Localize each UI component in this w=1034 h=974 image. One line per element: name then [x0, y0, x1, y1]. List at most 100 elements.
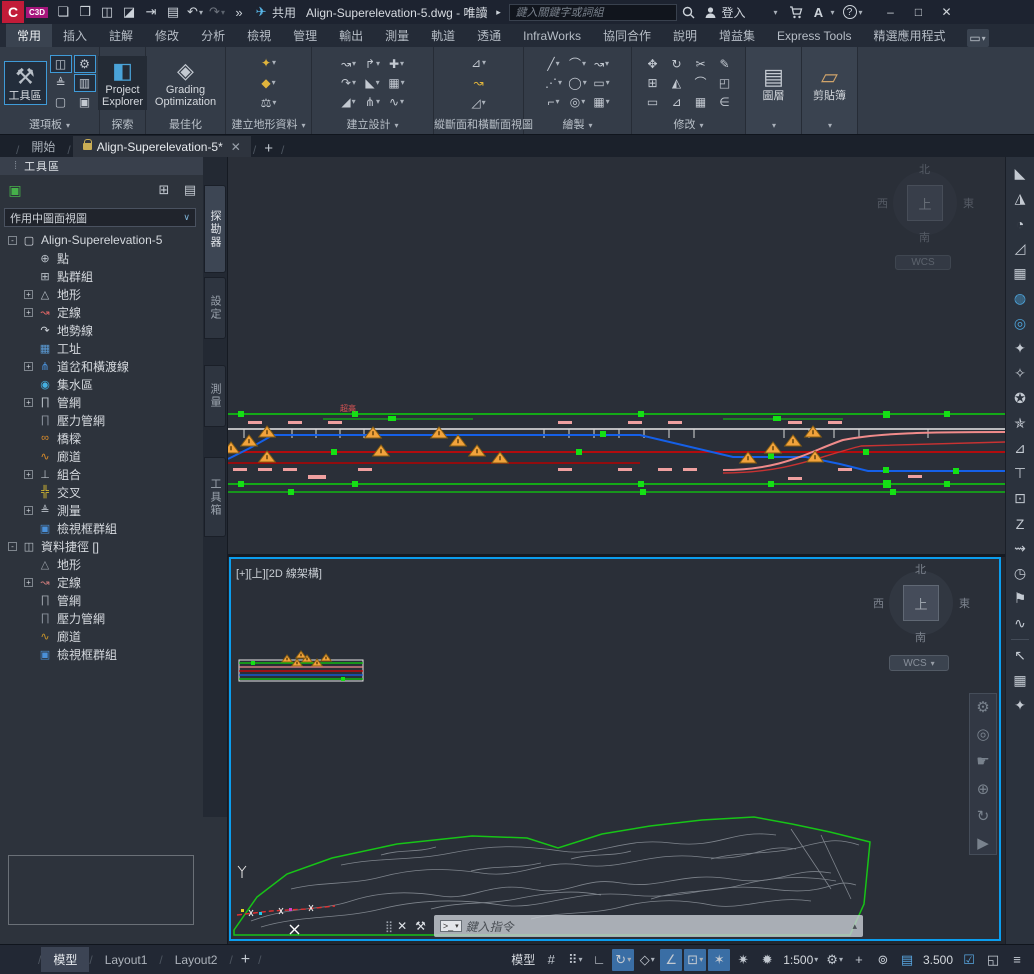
share-icon[interactable]: ✈ — [251, 2, 271, 22]
select-cursor-icon[interactable]: ↖ — [1008, 643, 1032, 668]
expand-toggle[interactable]: + — [24, 398, 33, 407]
ribbon-tab-輸出[interactable]: 輸出 — [328, 24, 374, 47]
annotation-visibility-icon[interactable]: ✶ — [708, 949, 730, 971]
ribbon-tab-管理[interactable]: 管理 — [282, 24, 328, 47]
user-icon[interactable] — [700, 2, 720, 22]
ribbon-tab-插入[interactable]: 插入 — [52, 24, 98, 47]
draw-6-icon[interactable]: ▭▾ — [591, 74, 613, 92]
steering-wheel-icon[interactable]: ◎ — [974, 723, 992, 744]
z-order-icon[interactable]: Z — [1008, 511, 1032, 536]
show-motion-icon[interactable]: ▶ — [974, 833, 992, 854]
ribbon-tab-Express Tools[interactable]: Express Tools — [766, 26, 862, 46]
tree-item-surfaces[interactable]: +△地形 — [0, 285, 204, 303]
layout-tab-Layout2[interactable]: Layout2 — [163, 949, 230, 971]
draw-7-icon[interactable]: ⌐▾ — [543, 93, 565, 111]
viewcube-west-label[interactable]: 西 — [873, 595, 884, 611]
layers-button[interactable]: ▤ 圖層 — [759, 62, 789, 104]
sheet-set-icon[interactable]: ▢ — [50, 93, 72, 111]
ribbon-tab-透通[interactable]: 透通 — [466, 24, 512, 47]
search-icon[interactable] — [678, 2, 698, 22]
autodesk-app-icon[interactable]: A — [808, 2, 828, 22]
create-design-2-icon[interactable]: ↱▾ — [362, 55, 384, 73]
tree-item-assemblies[interactable]: +⊥組合 — [0, 465, 204, 483]
isometric-drafting-icon-caret[interactable]: ▾ — [651, 955, 655, 964]
maximize-button[interactable]: □ — [905, 1, 933, 23]
tree-item-drawing-document[interactable]: -▢Align-Superelevation-5 — [0, 231, 204, 249]
modify-10-icon[interactable]: ⊿ — [666, 93, 688, 111]
command-prompt-icon[interactable]: >_▾ — [440, 920, 462, 932]
toolspace-title[interactable]: ⁞工具區 — [0, 157, 227, 175]
navigation-bar[interactable]: ⚙◎☛⊕↻▶ — [969, 693, 997, 855]
modify-7-icon[interactable]: ⌒ — [690, 74, 712, 92]
isometric-drafting-icon[interactable]: ◇▾ — [636, 949, 658, 971]
panel-caption-optimize[interactable]: 最佳化 — [146, 118, 225, 134]
toolspace-tab-設定[interactable]: 設定 — [204, 277, 226, 339]
search-input[interactable]: 鍵入關鍵字或詞組 — [509, 4, 677, 21]
app-store-cart-icon[interactable] — [786, 2, 806, 22]
viewcube-south-label[interactable]: 南 — [915, 629, 926, 645]
open-file-icon[interactable]: ❒ — [75, 2, 95, 22]
ribbon-tab-測量[interactable]: 測量 — [374, 24, 420, 47]
toolspace-tab-探勘器[interactable]: 探勘器 — [204, 185, 226, 273]
layer-walk-icon[interactable]: ▦ — [1008, 668, 1032, 693]
ribbon-tab-檢視[interactable]: 檢視 — [236, 24, 282, 47]
expand-toggle[interactable]: + — [24, 506, 33, 515]
file-tab-document[interactable]: Align-Superelevation-5* ✕ — [73, 136, 251, 157]
object-snap-tracking-icon[interactable]: ∠ — [660, 949, 682, 971]
viewcube-bottom[interactable]: 北 西 東 南 上 WCS▾ — [863, 567, 983, 687]
drawing-status-icon[interactable]: ☑ — [958, 949, 980, 971]
signin-caret-icon[interactable]: ▾ — [773, 8, 777, 17]
layout-tab-模型[interactable]: 模型 — [41, 947, 89, 972]
layout-tab-Layout1[interactable]: Layout1 — [93, 949, 160, 971]
expand-toggle[interactable]: + — [24, 362, 33, 371]
autodesk-app-caret-icon[interactable]: ▾ — [830, 8, 834, 17]
viewcube-south-label[interactable]: 南 — [919, 229, 930, 245]
earth-icon[interactable]: ◎ — [1008, 311, 1032, 336]
curve-report-icon[interactable]: ∿ — [1008, 611, 1032, 636]
viewcube-north-label[interactable]: 北 — [919, 161, 930, 177]
panel-caption-draw[interactable]: 繪製 ▾ — [524, 118, 631, 134]
item-preview-toggle-icon[interactable]: ⊞ — [155, 181, 173, 199]
modify-6-icon[interactable]: ◭ — [666, 74, 688, 92]
tee-square-icon[interactable]: ⊤ — [1008, 461, 1032, 486]
settings-palette-icon[interactable]: ⚙ — [74, 55, 96, 73]
panorama-icon[interactable]: ▤ — [181, 181, 199, 199]
object-snap-icon[interactable]: ⊡▾ — [684, 949, 706, 971]
tree-item-point-groups[interactable]: ⊞點群組 — [0, 267, 204, 285]
polar-tracking-icon-caret[interactable]: ▾ — [627, 955, 631, 964]
triangle-ruler-icon[interactable]: ◮ — [1008, 186, 1032, 211]
tree-item-intersections[interactable]: ╬交叉 — [0, 483, 204, 501]
section-plane-icon[interactable]: ◣ — [1008, 161, 1032, 186]
flag-tools-icon[interactable]: ⚑ — [1008, 586, 1032, 611]
active-view-dropdown[interactable]: 作用中圖面視圖 ∨ — [4, 208, 196, 227]
wcs-dropdown[interactable]: WCS▾ — [889, 655, 949, 671]
command-bar-customize-icon[interactable]: ⚒ — [415, 919, 426, 933]
tree-item-pipe-networks[interactable]: +∏管網 — [0, 393, 204, 411]
workspace-gear-icon[interactable]: ⚙▾ — [823, 949, 846, 971]
modify-1-icon[interactable]: ✥ — [642, 55, 664, 73]
tree-item-data-shortcuts[interactable]: -◫資料捷徑 [] — [0, 537, 204, 555]
tree-item-pressure-networks-shortcut[interactable]: ∏壓力管網 — [0, 609, 204, 627]
new-feature-zoom-icon[interactable]: ✯ — [1008, 411, 1032, 436]
help-icon[interactable]: ? — [843, 5, 857, 19]
modify-11-icon[interactable]: ▦ — [690, 93, 712, 111]
building-grid-icon[interactable]: ▦ — [1008, 261, 1032, 286]
ribbon-tab-增益集[interactable]: 增益集 — [708, 24, 766, 47]
ribbon-tab-修改[interactable]: 修改 — [144, 24, 190, 47]
tree-item-bridges[interactable]: ∞橋樑 — [0, 429, 204, 447]
active-drawing-icon[interactable]: ▣ — [6, 181, 24, 199]
clipboard-button[interactable]: ▱ 剪貼簿 — [809, 62, 850, 104]
create-design-6-icon[interactable]: ▦▾ — [386, 74, 408, 92]
panel-caption-explore[interactable]: 探索 — [100, 118, 145, 134]
survey-palette-icon[interactable]: ≜ — [50, 74, 72, 92]
ribbon-tab-說明[interactable]: 說明 — [662, 24, 708, 47]
expand-toggle[interactable]: + — [24, 290, 33, 299]
ribbon-tab-常用[interactable]: 常用 — [6, 24, 52, 47]
viewport-bottom-active[interactable]: [+][上][2D 線架構] 北 西 東 南 上 WCS▾ ⚙◎☛⊕↻▶ ⣿ ✕… — [229, 557, 1001, 941]
draw-9-icon[interactable]: ▦▾ — [591, 93, 613, 111]
crosshair-icon[interactable]: + — [848, 949, 870, 971]
expand-toggle[interactable]: + — [24, 308, 33, 317]
create-design-3-icon[interactable]: ✚▾ — [386, 55, 408, 73]
expand-toggle[interactable]: + — [24, 470, 33, 479]
ribbon-display-toggle[interactable]: ▭▾ — [967, 29, 989, 47]
